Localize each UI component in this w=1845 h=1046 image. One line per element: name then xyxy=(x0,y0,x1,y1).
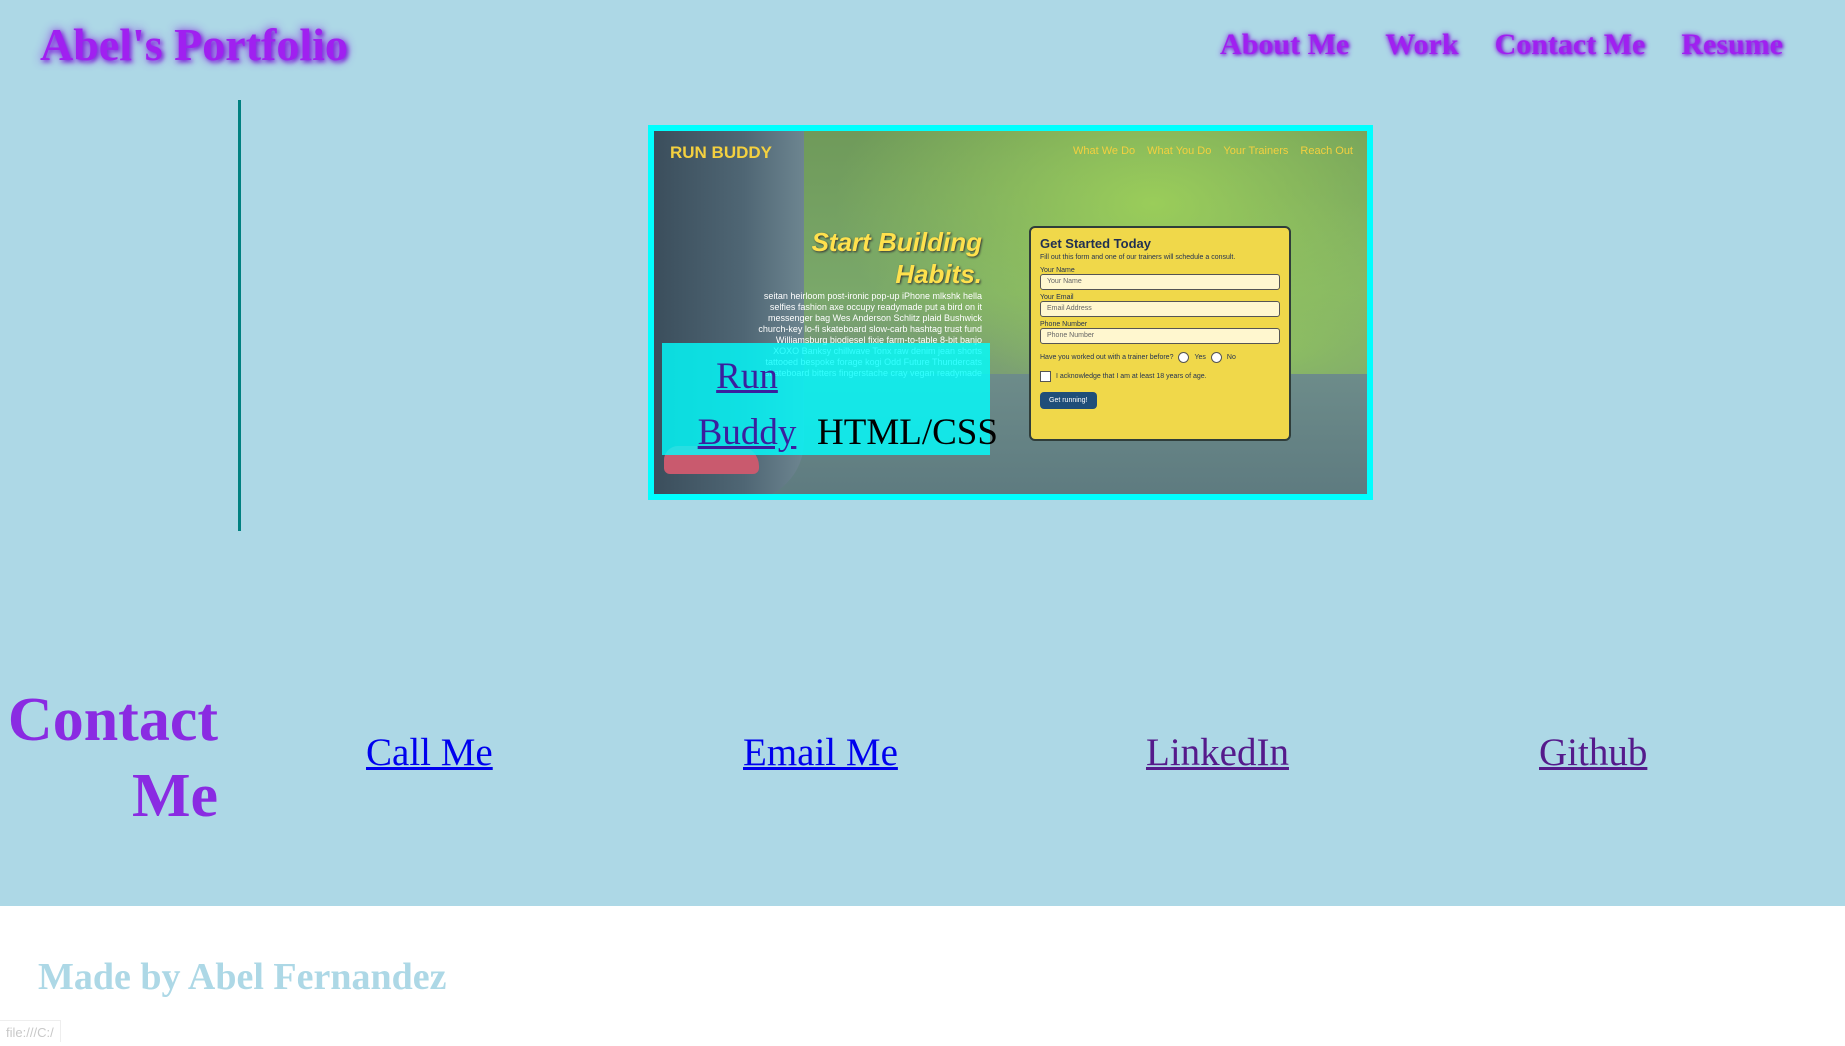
nav-about-me[interactable]: About Me xyxy=(1220,28,1349,62)
screenshot-form-title: Get Started Today xyxy=(1040,236,1152,251)
screenshot-headline-line: Start Building xyxy=(811,227,982,257)
screenshot-form-label: Your Email xyxy=(1040,294,1074,301)
screenshot-form-input: Your Name xyxy=(1040,274,1280,290)
contact-heading-line: Contact xyxy=(7,686,218,754)
site-title: Abel's Portfolio xyxy=(40,19,348,70)
project-link-run-buddy[interactable]: Run Buddy xyxy=(692,349,802,461)
nav-resume[interactable]: Resume xyxy=(1681,28,1783,62)
email-me-link[interactable]: Email Me xyxy=(743,730,898,775)
screenshot-form-no: No xyxy=(1226,354,1236,361)
screenshot-nav-item: Your Trainers xyxy=(1223,145,1289,157)
screenshot-brand: RUN BUDDY xyxy=(670,143,772,162)
project-caption: Run Buddy HTML/CSS xyxy=(662,343,998,455)
footer-credit: Made by Abel Fernandez xyxy=(38,956,447,998)
screenshot-form-ack: I acknowledge that I am at least 18 year… xyxy=(1056,373,1207,380)
nav-contact-me[interactable]: Contact Me xyxy=(1495,28,1646,62)
screenshot-form-input: Phone Number xyxy=(1040,328,1280,344)
main-nav: About Me Work Contact Me Resume xyxy=(1220,28,1783,62)
call-me-link[interactable]: Call Me xyxy=(366,730,493,775)
nav-work[interactable]: Work xyxy=(1385,28,1458,62)
screenshot-form-input: Email Address xyxy=(1040,301,1280,317)
checkbox-icon xyxy=(1040,371,1051,382)
contact-heading-line: Me xyxy=(131,762,218,830)
screenshot-nav: What We Do What You Do Your Trainers Rea… xyxy=(1073,145,1353,157)
screenshot-nav-item: Reach Out xyxy=(1300,145,1353,157)
radio-icon xyxy=(1210,352,1222,363)
screenshot-headline-line: Habits. xyxy=(895,259,982,289)
screenshot-form-question: Have you worked out with a trainer befor… xyxy=(1040,354,1174,361)
screenshot-form-label: Phone Number xyxy=(1040,321,1088,328)
work-section-divider xyxy=(238,100,241,531)
screenshot-nav-item: What We Do xyxy=(1073,145,1136,157)
contact-heading: Contact Me xyxy=(0,682,218,834)
project-card-run-buddy[interactable]: RUN BUDDY What We Do What You Do Your Tr… xyxy=(648,125,1373,500)
screenshot-form: Get Started Today Fill out this form and… xyxy=(1029,226,1291,441)
screenshot-form-ack-row: I acknowledge that I am at least 18 year… xyxy=(1040,371,1280,382)
screenshot-headline: Start Building Habits. xyxy=(812,226,982,290)
project-tech: HTML/CSS xyxy=(817,412,998,453)
screenshot-form-trainer-row: Have you worked out with a trainer befor… xyxy=(1040,352,1280,363)
screenshot-form-label: Your Name xyxy=(1040,267,1075,274)
status-bar-url: file:///C:/ xyxy=(0,1020,61,1042)
linkedin-link[interactable]: LinkedIn xyxy=(1146,730,1289,775)
screenshot-form-subtitle: Fill out this form and one of our traine… xyxy=(1040,254,1236,261)
screenshot-form-button: Get running! xyxy=(1040,392,1097,409)
github-link[interactable]: Github xyxy=(1539,730,1647,775)
radio-icon xyxy=(1178,352,1190,363)
screenshot-form-yes: Yes xyxy=(1194,354,1206,361)
screenshot-nav-item: What You Do xyxy=(1147,145,1212,157)
